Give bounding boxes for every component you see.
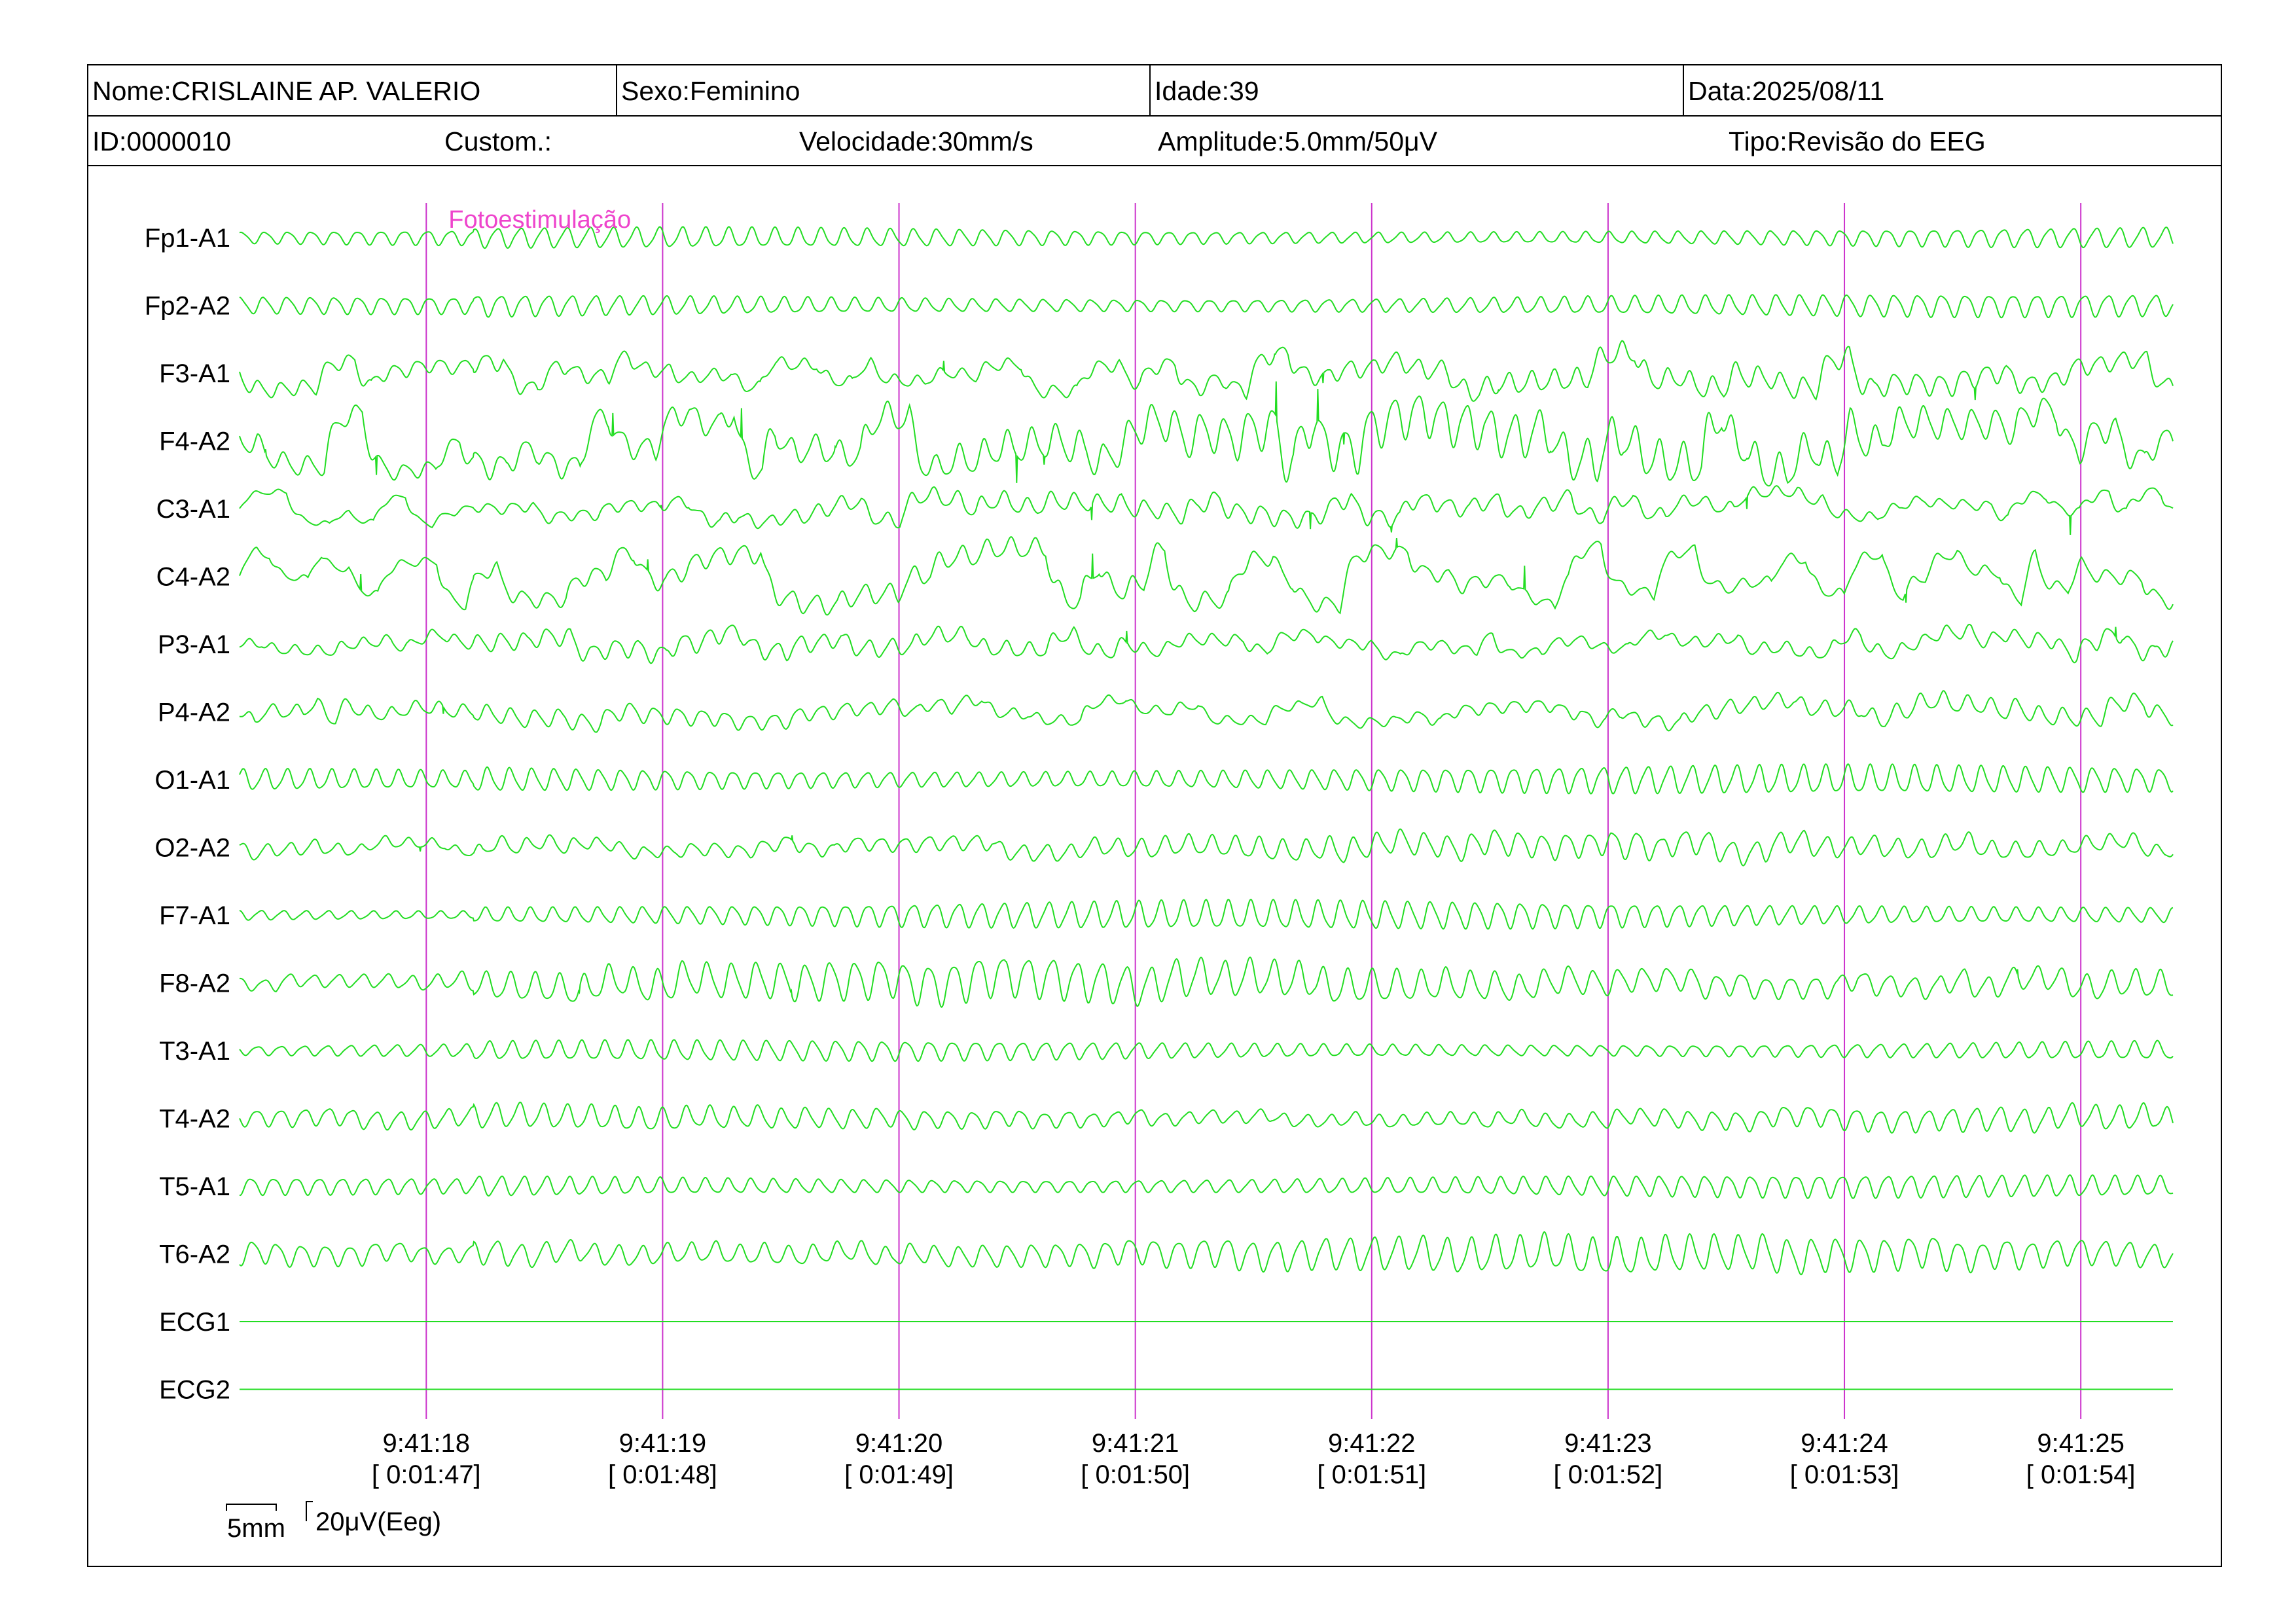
trace-f7-a1 [239,898,2174,930]
trace-f4-a2 [239,381,2174,487]
elapsed-label-7: [ 0:01:53] [1790,1460,1899,1489]
scale-bar: 5mm 20μV(Eeg) [226,1501,441,1543]
trace-t3-a1 [239,1039,2174,1062]
scale-bar-amplitude-line [306,1501,313,1521]
channel-label-ecg1: ECG1 [159,1308,230,1337]
trace-c4-a2 [239,536,2174,616]
time-label-7: 9:41:24 [1801,1429,1888,1458]
trace-fp2-a2 [239,294,2174,319]
channel-label-fp2-a2: Fp2-A2 [145,292,230,321]
trace-t6-a2 [239,1231,2174,1276]
channel-label-f3-a1: F3-A1 [159,359,230,388]
channel-label-f7-a1: F7-A1 [159,901,230,930]
trace-o1-a1 [239,763,2174,795]
channel-label-p3-a1: P3-A1 [158,630,230,659]
elapsed-label-1: [ 0:01:47] [372,1460,481,1489]
channel-label-fp1-a1: Fp1-A1 [145,224,230,253]
elapsed-label-3: [ 0:01:49] [844,1460,954,1489]
trace-o2-a2 [239,828,2174,867]
time-label-2: 9:41:19 [619,1429,706,1458]
photostimulation-annotation: Fotoestimulação [448,206,631,234]
eeg-trace-plot: Fp1-A1 Fp2-A2 F3-A1 F4-A2 C3-A1 C4-A2 P3-A1 P4-… [145,203,2174,1543]
scale-bar-time-label: 5mm [227,1514,285,1543]
trace-p3-a1 [239,623,2174,664]
time-label-5: 9:41:22 [1328,1429,1415,1458]
time-axis-labels: 9:41:18[ 0:01:47] 9:41:19[ 0:01:48] 9:41:2… [372,1429,2136,1489]
elapsed-label-6: [ 0:01:52] [1554,1460,1663,1489]
channel-labels: Fp1-A1 Fp2-A2 F3-A1 F4-A2 C3-A1 C4-A2 P3-A1 P4-… [145,224,230,1405]
channel-label-ecg2: ECG2 [159,1376,230,1405]
channel-label-o1-a1: O1-A1 [154,766,230,795]
channel-label-f4-a2: F4-A2 [159,427,230,456]
scale-bar-time-line [226,1504,277,1511]
time-label-6: 9:41:23 [1564,1429,1651,1458]
channel-label-t3-a1: T3-A1 [159,1037,230,1066]
channel-label-p4-a2: P4-A2 [158,698,230,727]
trace-f3-a1 [239,340,2174,402]
trace-f8-a2 [240,956,2174,1008]
channel-label-t5-a1: T5-A1 [159,1172,230,1201]
elapsed-label-8: [ 0:01:54] [2026,1460,2136,1489]
time-label-3: 9:41:20 [855,1429,942,1458]
scale-bar-amplitude-label: 20μV(Eeg) [315,1507,441,1536]
channel-label-t4-a2: T4-A2 [159,1105,230,1134]
channel-label-c4-a2: C4-A2 [156,563,230,592]
time-label-4: 9:41:21 [1092,1429,1179,1458]
eeg-traces [239,226,2174,1390]
channel-label-o2-a2: O2-A2 [154,834,230,863]
time-label-8: 9:41:25 [2037,1429,2124,1458]
channel-label-c3-a1: C3-A1 [156,495,230,524]
trace-t5-a1 [239,1174,2174,1199]
trace-t4-a2 [239,1101,2174,1134]
trace-p4-a2 [239,690,2174,733]
channel-label-f8-a2: F8-A2 [159,969,230,998]
time-label-1: 9:41:18 [383,1429,470,1458]
channel-label-t6-a2: T6-A2 [159,1240,230,1269]
trace-c3-a1 [239,485,2174,535]
elapsed-label-2: [ 0:01:48] [608,1460,717,1489]
second-markers [425,203,2082,1419]
elapsed-label-4: [ 0:01:50] [1081,1460,1190,1489]
elapsed-label-5: [ 0:01:51] [1317,1460,1426,1489]
